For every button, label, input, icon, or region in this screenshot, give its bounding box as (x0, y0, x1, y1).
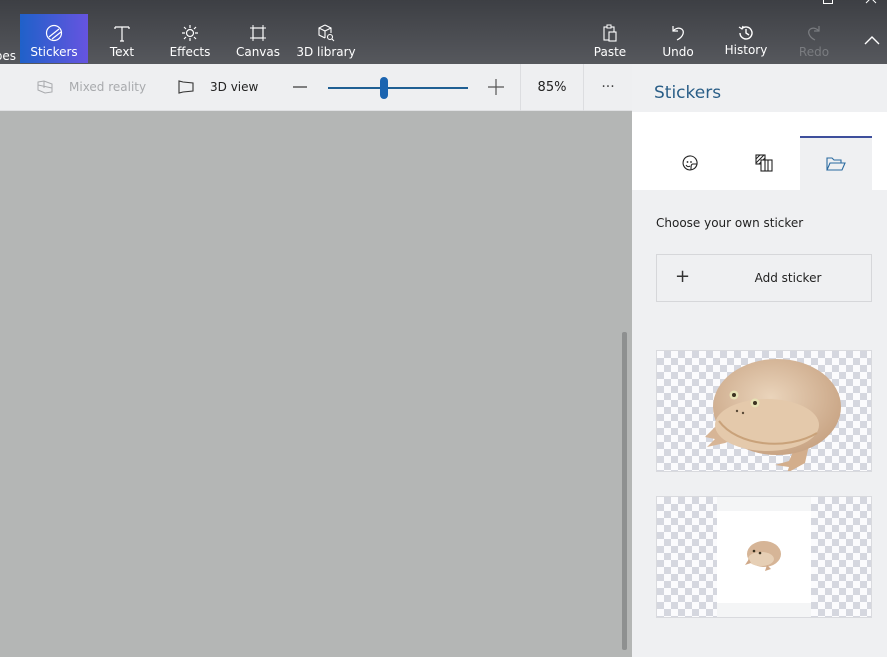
sticker-frog-large[interactable] (656, 350, 872, 472)
chevron-up-icon (864, 36, 880, 45)
collapse-ribbon-button[interactable] (858, 28, 886, 52)
plus-icon (488, 79, 504, 95)
sticker-white-area (717, 511, 811, 603)
stickers-pane: Stickers Choose your own sticker + Add s… (632, 64, 887, 657)
minus-icon (293, 86, 307, 88)
more-options-button[interactable]: ··· (592, 64, 624, 110)
frog-image (705, 359, 841, 471)
texture-icon (755, 154, 773, 172)
maximize-icon[interactable] (823, 0, 833, 4)
pane-title: Stickers (654, 83, 722, 103)
choose-sticker-label: Choose your own sticker (656, 216, 804, 230)
frog-image (745, 541, 781, 571)
zoom-in-button[interactable] (486, 64, 506, 110)
crop-icon (249, 20, 267, 42)
sticker-background (717, 497, 811, 617)
3d-view-icon (178, 80, 194, 94)
tab-sticker-faces[interactable] (654, 136, 726, 190)
redo-button[interactable]: Redo (796, 14, 832, 63)
zoom-out-button[interactable] (290, 64, 310, 110)
sticker-icon (45, 20, 63, 42)
sticker-category-tabs (632, 112, 887, 190)
tab-textures[interactable] (728, 136, 800, 190)
paste-icon (601, 20, 619, 42)
3d-view-button[interactable]: 3D view (177, 64, 258, 110)
zoom-level[interactable]: 85% (520, 64, 584, 111)
undo-button[interactable]: Undo (660, 14, 696, 63)
ribbon: pes Stickers Text Effects Canvas 3D libr… (0, 0, 887, 64)
tab-shapes[interactable]: pes (0, 14, 16, 63)
tab-stickers[interactable]: Stickers (20, 14, 88, 63)
history-button[interactable]: History (724, 14, 768, 63)
tab-effects[interactable]: Effects (166, 14, 214, 63)
text-icon (113, 20, 131, 42)
add-sticker-button[interactable]: + Add sticker (656, 254, 872, 302)
tab-canvas[interactable]: Canvas (234, 14, 282, 63)
folder-open-icon (826, 157, 846, 171)
redo-icon (805, 20, 823, 42)
mixed-reality-button[interactable]: Mixed reality (36, 64, 146, 110)
zoom-slider-track[interactable] (328, 87, 468, 89)
sticker-face-icon (682, 155, 698, 171)
mixed-reality-icon (37, 80, 53, 94)
history-icon (737, 20, 755, 42)
sun-icon (181, 20, 199, 42)
undo-icon (669, 20, 687, 42)
canvas-area[interactable] (0, 111, 632, 657)
zoom-slider-thumb[interactable] (380, 77, 388, 99)
tab-3d-library[interactable]: 3D library (296, 14, 356, 63)
vertical-scrollbar[interactable] (622, 332, 627, 650)
tab-text[interactable]: Text (100, 14, 144, 63)
paste-button[interactable]: Paste (590, 14, 630, 63)
sticker-frog-small[interactable] (656, 496, 872, 618)
view-toolbar: Mixed reality 3D view 85% ··· (0, 64, 632, 111)
cube-search-icon (317, 20, 335, 42)
close-icon[interactable] (865, 0, 877, 7)
more-icon: ··· (601, 79, 615, 95)
tab-custom-stickers[interactable] (800, 136, 872, 190)
